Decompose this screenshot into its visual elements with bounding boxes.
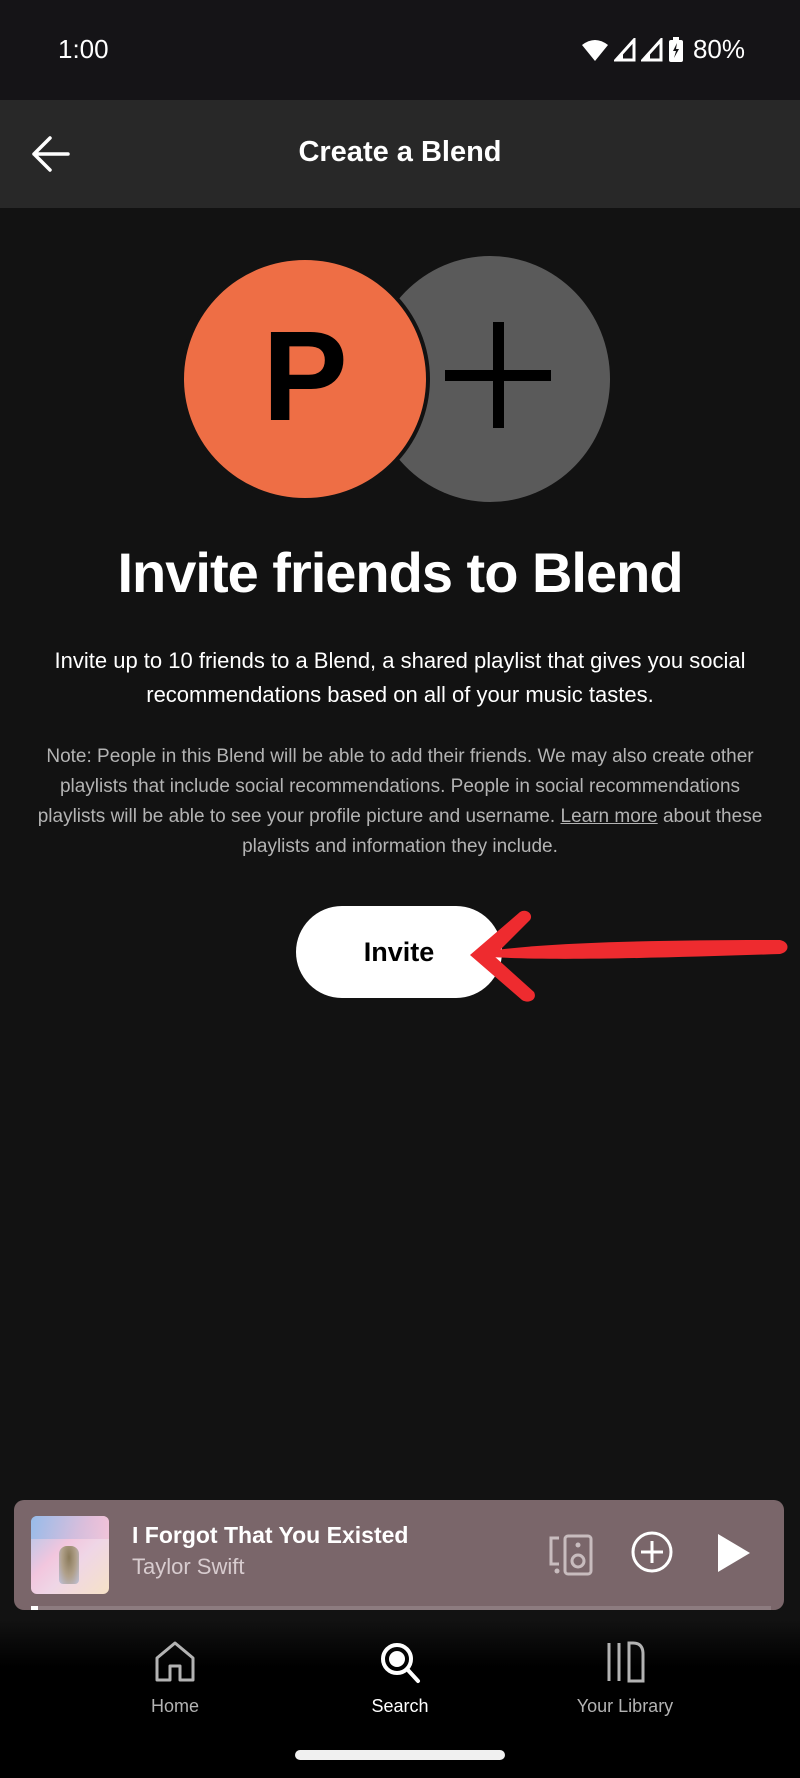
add-to-library-button[interactable] [628, 1528, 676, 1576]
note-text: Note: People in this Blend will be able … [30, 742, 770, 862]
devices-icon [549, 1534, 593, 1576]
nav-your-library[interactable]: Your Library [535, 1640, 715, 1740]
battery-percent: 80% [692, 34, 745, 64]
track-title: I Forgot That You Existed [132, 1522, 409, 1548]
nav-search-label: Search [371, 1696, 429, 1716]
nav-home-label: Home [150, 1696, 199, 1716]
album-art-figure [59, 1546, 79, 1584]
album-art-sky [31, 1516, 109, 1540]
headline: Invite friends to Blend [117, 541, 683, 604]
blend-graphic: P [180, 256, 620, 502]
play-icon [718, 1534, 750, 1572]
album-art [31, 1516, 109, 1594]
search-icon [381, 1643, 420, 1683]
signal-icon [613, 37, 636, 61]
playback-progress-fill [31, 1606, 39, 1610]
annotation-arrow-icon [470, 910, 788, 1002]
learn-more-link[interactable]: Learn more [561, 806, 658, 827]
add-circle-icon [631, 1531, 673, 1573]
nav-search[interactable]: Search [310, 1640, 490, 1740]
playback-progress[interactable] [31, 1606, 771, 1610]
play-button[interactable] [714, 1530, 754, 1576]
home-indicator[interactable] [295, 1750, 505, 1760]
track-artist: Taylor Swift [132, 1554, 245, 1579]
user-initial: P [262, 305, 348, 448]
invite-button[interactable]: Invite [296, 906, 502, 998]
nav-home[interactable]: Home [85, 1640, 265, 1740]
status-bar: 1:00 80% [0, 0, 800, 100]
status-time: 1:00 [58, 34, 109, 64]
battery-charging-icon [668, 36, 683, 62]
now-playing-bar[interactable]: I Forgot That You Existed Taylor Swift [14, 1500, 784, 1610]
plus-icon [445, 322, 551, 428]
header-bar: Create a Blend [0, 100, 800, 208]
page-title: Create a Blend [298, 136, 502, 168]
signal-icon [640, 37, 663, 61]
description: Invite up to 10 friends to a Blend, a sh… [54, 648, 746, 707]
devices-button[interactable] [547, 1530, 597, 1580]
library-icon [607, 1641, 645, 1683]
status-icons: 80% [581, 34, 745, 65]
wifi-icon [581, 39, 608, 61]
home-icon [155, 1641, 195, 1682]
nav-library-label: Your Library [576, 1696, 674, 1716]
user-avatar: P [180, 256, 430, 502]
